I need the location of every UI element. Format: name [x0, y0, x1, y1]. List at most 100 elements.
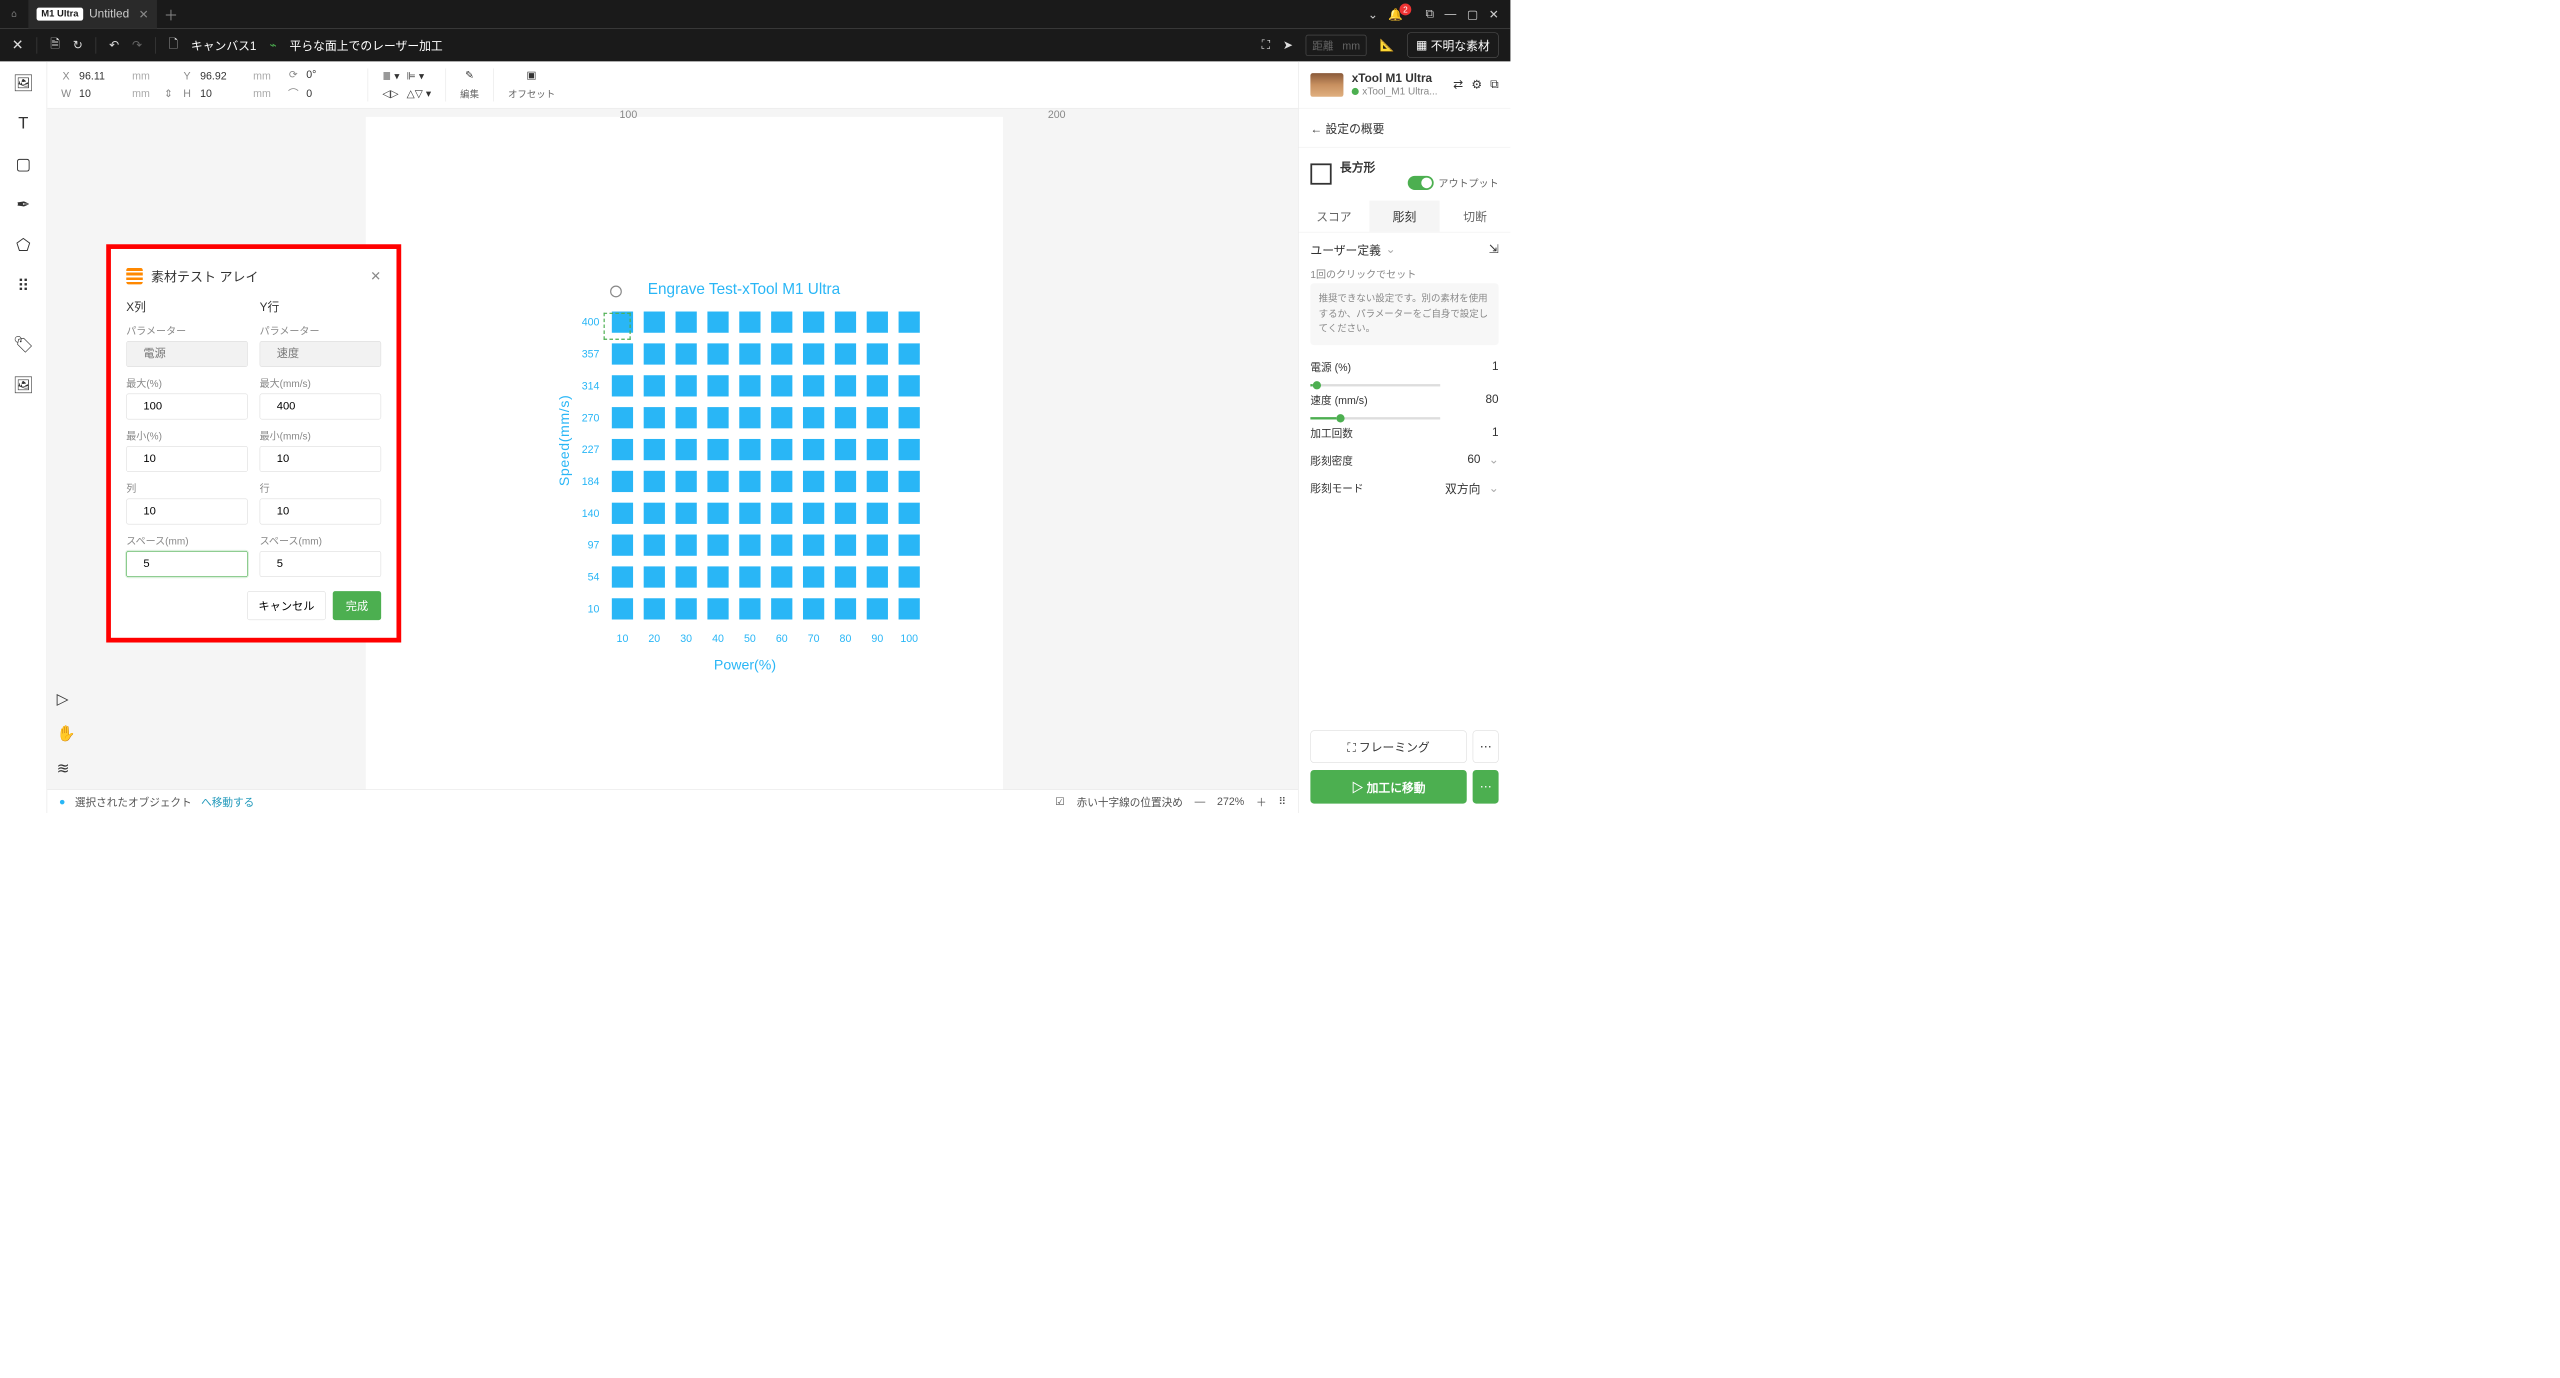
- test-cell[interactable]: [803, 312, 824, 333]
- test-cell[interactable]: [835, 439, 856, 460]
- test-cell[interactable]: [899, 375, 920, 396]
- x-cols-input[interactable]: [126, 499, 248, 525]
- lock-aspect-icon[interactable]: ⇕: [164, 87, 173, 99]
- align-v-icon[interactable]: ⊫ ▾: [407, 70, 425, 82]
- power-value[interactable]: 1: [1463, 360, 1498, 374]
- home-button[interactable]: ⌂: [0, 0, 28, 28]
- edit-icon[interactable]: ✎: [460, 69, 479, 81]
- grid-icon[interactable]: ⠿: [1278, 795, 1286, 807]
- test-cell[interactable]: [835, 566, 856, 587]
- test-cell[interactable]: [644, 598, 665, 619]
- test-cell[interactable]: [612, 503, 633, 524]
- speed-slider[interactable]: [1310, 417, 1440, 419]
- apps-tool-icon[interactable]: ⠿: [17, 276, 29, 295]
- test-cell[interactable]: [612, 471, 633, 492]
- speed-value[interactable]: 80: [1463, 393, 1498, 407]
- undo-icon[interactable]: ↶: [109, 38, 119, 53]
- test-cell[interactable]: [739, 439, 760, 460]
- test-cell[interactable]: [771, 375, 792, 396]
- test-cell[interactable]: [803, 407, 824, 428]
- test-cell[interactable]: [771, 439, 792, 460]
- y-max-input[interactable]: [260, 394, 382, 420]
- test-cell[interactable]: [771, 598, 792, 619]
- test-cell[interactable]: [612, 535, 633, 556]
- pen-tool-icon[interactable]: ✒: [16, 195, 30, 214]
- tag-tool-icon[interactable]: 🏷: [13, 335, 34, 354]
- density-value[interactable]: 60: [1445, 453, 1480, 467]
- test-cell[interactable]: [676, 343, 697, 364]
- test-cell[interactable]: [739, 407, 760, 428]
- test-cell[interactable]: [899, 343, 920, 364]
- gallery-tool-icon[interactable]: 🖼: [13, 375, 34, 394]
- test-cell[interactable]: [676, 535, 697, 556]
- test-cell[interactable]: [676, 375, 697, 396]
- test-cell[interactable]: [644, 535, 665, 556]
- test-cell[interactable]: [835, 598, 856, 619]
- test-cell[interactable]: [867, 343, 888, 364]
- test-cell[interactable]: [771, 566, 792, 587]
- tab-engrave[interactable]: 彫刻: [1369, 201, 1440, 232]
- test-cell[interactable]: [739, 535, 760, 556]
- zoom-out-button[interactable]: —: [1195, 795, 1206, 807]
- test-cell[interactable]: [899, 439, 920, 460]
- layers-icon[interactable]: ≋: [57, 759, 76, 777]
- export-icon[interactable]: ⇲: [1489, 242, 1499, 257]
- test-cell[interactable]: [771, 343, 792, 364]
- test-cell[interactable]: [739, 375, 760, 396]
- test-cell[interactable]: [835, 343, 856, 364]
- checkbox-icon[interactable]: ☑: [1055, 795, 1065, 807]
- test-cell[interactable]: [739, 598, 760, 619]
- test-cell[interactable]: [771, 535, 792, 556]
- y-rows-input[interactable]: [260, 499, 382, 525]
- test-cell[interactable]: [835, 535, 856, 556]
- framing-more-button[interactable]: ⋯: [1473, 730, 1499, 762]
- test-cell[interactable]: [707, 343, 728, 364]
- test-cell[interactable]: [644, 566, 665, 587]
- output-toggle[interactable]: [1408, 176, 1434, 190]
- swap-icon[interactable]: ⇄: [1453, 77, 1463, 92]
- test-cell[interactable]: [676, 471, 697, 492]
- test-cell[interactable]: [867, 598, 888, 619]
- gear-icon[interactable]: ⚙: [1471, 77, 1482, 92]
- offset-icon[interactable]: ▣: [508, 69, 555, 81]
- test-cell[interactable]: [867, 375, 888, 396]
- test-cell[interactable]: [803, 503, 824, 524]
- test-cell[interactable]: [803, 566, 824, 587]
- select-tool-icon[interactable]: ▷: [57, 690, 76, 708]
- test-cell[interactable]: [612, 598, 633, 619]
- x-max-input[interactable]: [126, 394, 248, 420]
- test-cell[interactable]: [899, 471, 920, 492]
- test-cell[interactable]: [867, 503, 888, 524]
- test-cell[interactable]: [835, 312, 856, 333]
- text-tool-icon[interactable]: T: [18, 114, 28, 133]
- test-cell[interactable]: [707, 375, 728, 396]
- test-cell[interactable]: [707, 535, 728, 556]
- test-cell[interactable]: [835, 375, 856, 396]
- test-cell[interactable]: [676, 312, 697, 333]
- test-cell[interactable]: [835, 407, 856, 428]
- canvas-area[interactable]: 100 200 400 Engrave Test-xTool M1 Ultra …: [47, 109, 1298, 790]
- test-cell[interactable]: [612, 439, 633, 460]
- complete-button[interactable]: 完成: [333, 591, 381, 620]
- close-tab-icon[interactable]: ✕: [139, 7, 149, 22]
- test-cell[interactable]: [644, 343, 665, 364]
- dropdown-icon[interactable]: ⌄: [1368, 7, 1378, 22]
- test-cell[interactable]: [803, 343, 824, 364]
- test-cell[interactable]: [835, 503, 856, 524]
- test-cell[interactable]: [899, 503, 920, 524]
- test-cell[interactable]: [707, 503, 728, 524]
- test-cell[interactable]: [867, 312, 888, 333]
- zoom-in-button[interactable]: ＋: [1256, 794, 1267, 809]
- x-value[interactable]: 96.11: [79, 70, 126, 82]
- close-dialog-button[interactable]: ✕: [370, 268, 381, 283]
- test-cell[interactable]: [612, 375, 633, 396]
- shape-tool-icon[interactable]: ⬠: [16, 235, 30, 254]
- test-cell[interactable]: [803, 598, 824, 619]
- test-cell[interactable]: [803, 375, 824, 396]
- refresh-icon[interactable]: ↻: [73, 38, 83, 53]
- test-cell[interactable]: [739, 312, 760, 333]
- rotation-value[interactable]: 0°: [306, 68, 353, 80]
- h-value[interactable]: 10: [200, 87, 247, 99]
- distance-input[interactable]: 距離 mm: [1306, 35, 1367, 56]
- test-cell[interactable]: [676, 407, 697, 428]
